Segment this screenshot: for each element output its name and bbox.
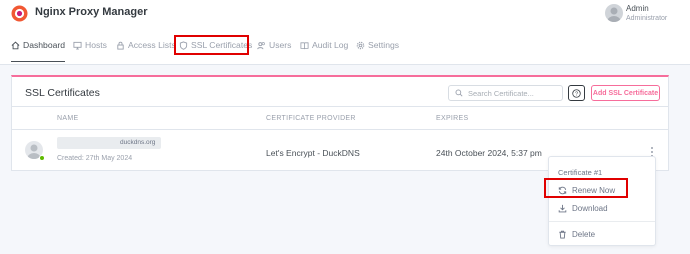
column-header-name: NAME	[57, 115, 79, 122]
nginx-proxy-manager-logo-icon[interactable]	[11, 5, 28, 22]
download-icon	[558, 204, 567, 213]
renew-now-highlight-box	[544, 178, 628, 198]
nav-label-audit-log: Audit Log	[312, 40, 349, 50]
user-avatar[interactable]	[605, 4, 623, 22]
card-title: SSL Certificates	[25, 87, 100, 99]
user-role: Administrator	[626, 15, 668, 22]
nav-item-access-lists[interactable]: Access Lists	[116, 40, 176, 50]
nav-label-users: Users	[269, 40, 292, 50]
card-header-divider	[12, 106, 668, 107]
main-nav: Dashboard Hosts Access Lists SSL Certifi…	[0, 29, 690, 65]
created-date: Created: 27th May 2024	[57, 155, 133, 162]
expires-date: 24th October 2024, 5:37 pm	[436, 148, 542, 158]
nav-item-dashboard[interactable]: Dashboard	[11, 40, 66, 62]
nav-item-hosts[interactable]: Hosts	[73, 40, 107, 50]
book-icon	[300, 41, 309, 49]
app-title[interactable]: Nginx Proxy Manager	[35, 6, 147, 18]
nav-item-audit-log[interactable]: Audit Log	[300, 40, 348, 50]
user-name[interactable]: Admin	[626, 4, 649, 13]
users-icon	[257, 41, 265, 49]
nav-label-dashboard: Dashboard	[23, 40, 66, 50]
dropdown-divider	[549, 221, 655, 222]
certificate-actions-dropdown: Certificate #1 Renew Now Download Delete	[548, 156, 656, 246]
download-menu-item[interactable]: Download	[558, 204, 608, 213]
delete-label: Delete	[572, 230, 596, 239]
nav-label-access-lists: Access Lists	[128, 40, 176, 50]
table-header-divider	[12, 129, 668, 130]
domain-name-text: duckdns.org	[120, 139, 156, 146]
lock-icon	[117, 41, 124, 50]
nav-item-settings[interactable]: Settings	[356, 40, 399, 50]
gear-icon	[356, 41, 365, 49]
help-button[interactable]: ?	[568, 85, 585, 101]
monitor-icon	[73, 41, 82, 50]
status-online-dot	[39, 155, 45, 161]
dropdown-header: Certificate #1	[558, 168, 603, 177]
search-certificate-input[interactable]	[468, 88, 553, 98]
user-silhouette-icon	[607, 7, 621, 22]
trash-icon	[559, 230, 566, 239]
help-icon: ?	[572, 88, 581, 98]
download-label: Download	[572, 204, 608, 213]
add-ssl-certificate-button[interactable]: Add SSL Certificate	[591, 85, 660, 101]
search-icon	[455, 89, 463, 97]
ssl-certificates-highlight-box	[174, 35, 249, 55]
search-certificate-field[interactable]	[448, 85, 563, 101]
nav-label-settings: Settings	[368, 40, 400, 50]
home-icon	[11, 41, 20, 49]
nav-item-users[interactable]: Users	[257, 40, 291, 50]
nav-label-hosts: Hosts	[85, 40, 107, 50]
help-label: ?	[575, 91, 578, 97]
certificate-provider: Let's Encrypt - DuckDNS	[266, 148, 360, 158]
delete-menu-item[interactable]: Delete	[558, 230, 595, 239]
column-header-expires: EXPIRES	[436, 115, 469, 122]
column-header-provider: CERTIFICATE PROVIDER	[266, 115, 356, 122]
top-bar: Nginx Proxy Manager Admin Administrator	[0, 0, 690, 29]
